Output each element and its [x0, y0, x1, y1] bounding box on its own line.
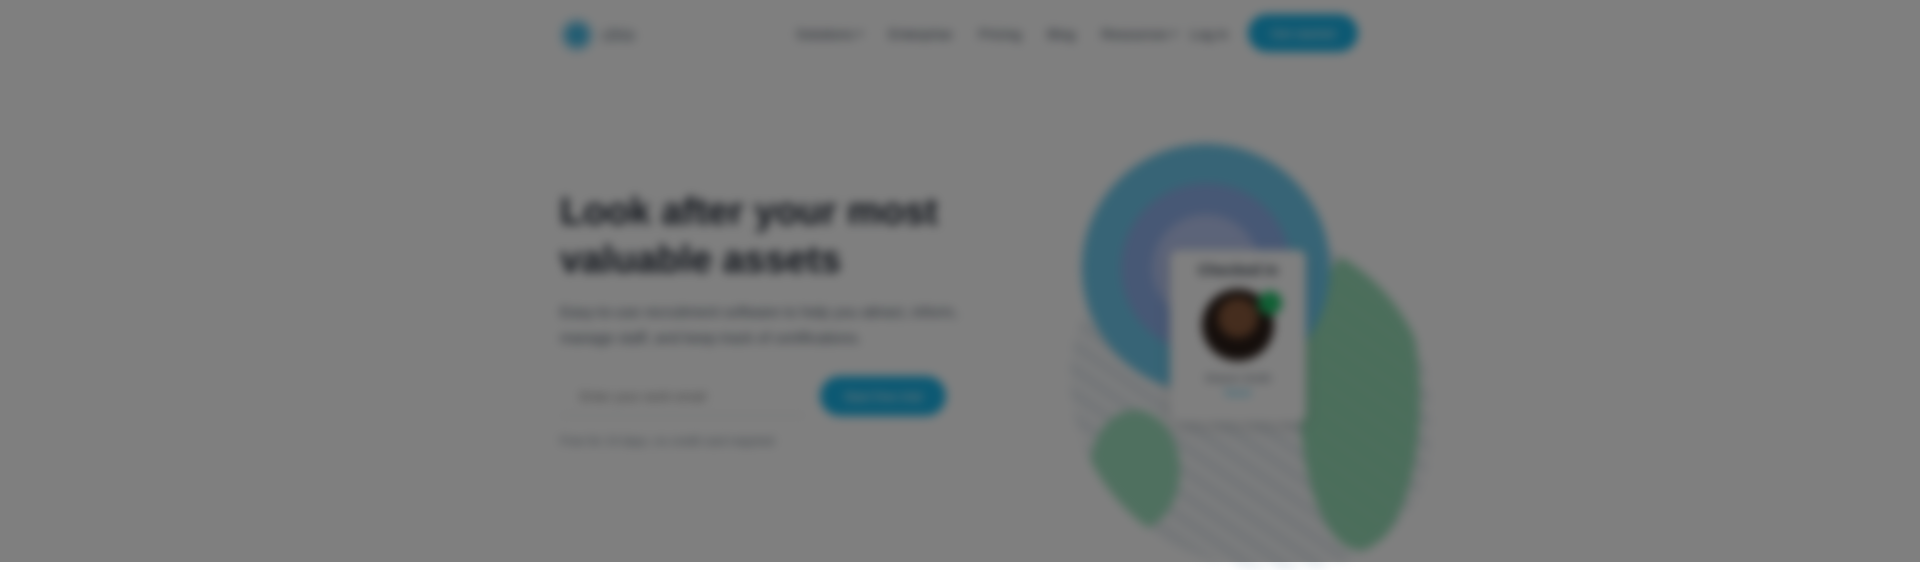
- modal-overlay[interactable]: [0, 0, 1920, 562]
